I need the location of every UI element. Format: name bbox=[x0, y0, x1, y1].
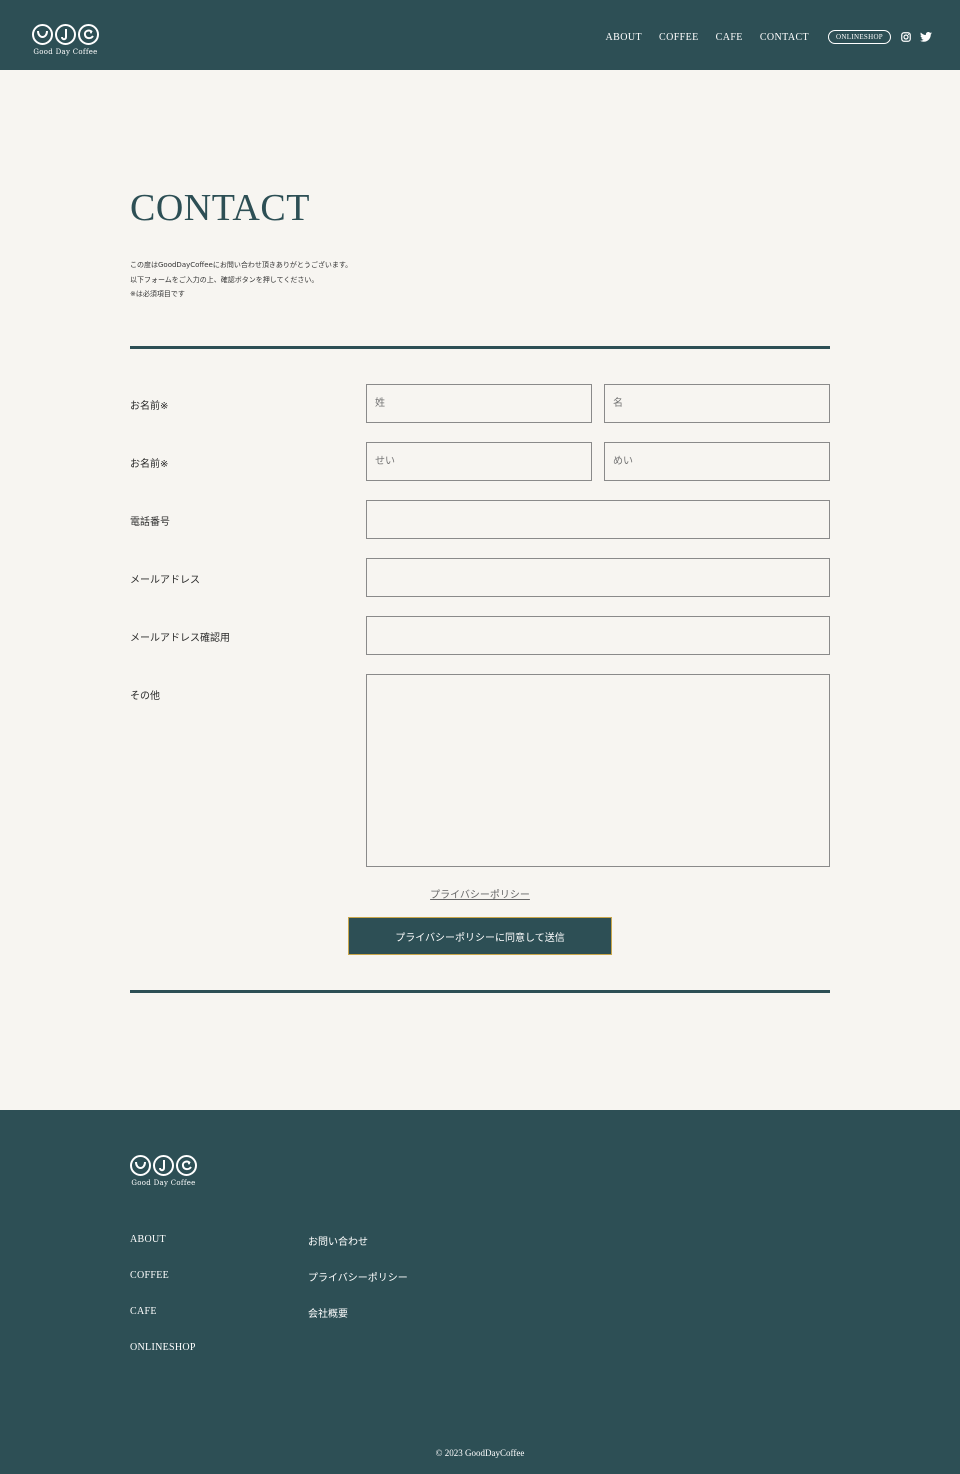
email-label: メールアドレス bbox=[130, 575, 200, 586]
form-bottom-divider bbox=[130, 990, 830, 993]
footer-link-about[interactable]: ABOUT bbox=[130, 1234, 166, 1245]
last-kana-input[interactable] bbox=[366, 442, 592, 481]
footer-link-privacy[interactable]: プライバシーポリシー bbox=[308, 1269, 408, 1284]
phone-label: 電話番号 bbox=[130, 517, 170, 528]
twitter-icon[interactable] bbox=[920, 32, 932, 42]
footer-link-inquiry[interactable]: お問い合わせ bbox=[308, 1233, 368, 1248]
brand-name: Good Day Coffee bbox=[33, 48, 98, 56]
copyright: © 2023 GoodDayCoffee bbox=[435, 1448, 525, 1458]
phone-input[interactable] bbox=[366, 500, 830, 539]
form-top-divider bbox=[130, 346, 830, 349]
site-header: Good Day Coffee ABOUT COFFEE CAFE CONTAC… bbox=[0, 0, 960, 70]
last-name-input[interactable] bbox=[366, 384, 592, 423]
page-title: CONTACT bbox=[130, 187, 310, 229]
nav-about[interactable]: ABOUT bbox=[606, 32, 642, 43]
other-textarea[interactable] bbox=[366, 674, 830, 867]
footer-link-company[interactable]: 会社概要 bbox=[308, 1305, 348, 1320]
instagram-icon[interactable] bbox=[901, 32, 911, 42]
nav-coffee[interactable]: COFFEE bbox=[659, 32, 699, 43]
logo-mark-d-icon bbox=[153, 1155, 174, 1176]
logo-mark-c-icon bbox=[78, 24, 99, 45]
footer-link-onlineshop[interactable]: ONLINESHOP bbox=[130, 1342, 196, 1353]
email-confirm-label: メールアドレス確認用 bbox=[130, 633, 230, 644]
intro-line: 以下フォームをご入力の上、確認ボタンを押してください。 bbox=[130, 275, 319, 284]
logo-mark-g-icon bbox=[32, 24, 53, 45]
footer-logo[interactable]: Good Day Coffee bbox=[130, 1155, 197, 1187]
kana-label: お名前※ bbox=[130, 459, 169, 470]
email-confirm-input[interactable] bbox=[366, 616, 830, 655]
footer-brand-name: Good Day Coffee bbox=[131, 1179, 196, 1187]
logo-mark-c-icon bbox=[176, 1155, 197, 1176]
logo-mark-d-icon bbox=[55, 24, 76, 45]
footer-link-coffee[interactable]: COFFEE bbox=[130, 1270, 169, 1281]
sns-links bbox=[901, 32, 932, 42]
privacy-policy-link[interactable]: プライバシーポリシー bbox=[0, 886, 960, 901]
brand-logo[interactable]: Good Day Coffee bbox=[32, 24, 99, 56]
other-label: その他 bbox=[130, 691, 160, 702]
main-nav: ABOUT COFFEE CAFE CONTACT ONLINESHOP bbox=[589, 30, 932, 44]
name-label: お名前※ bbox=[130, 401, 169, 412]
intro-line: この度はGoodDayCoffeeにお問い合わせ頂きありがとうございます。 bbox=[130, 261, 353, 269]
email-input[interactable] bbox=[366, 558, 830, 597]
logo-mark-g-icon bbox=[130, 1155, 151, 1176]
first-kana-input[interactable] bbox=[604, 442, 830, 481]
intro-line: ※は必須項目です bbox=[130, 290, 185, 298]
first-name-input[interactable] bbox=[604, 384, 830, 423]
intro-text: この度はGoodDayCoffeeにお問い合わせ頂きありがとうございます。 以下… bbox=[130, 258, 352, 302]
nav-cafe[interactable]: CAFE bbox=[716, 32, 743, 43]
onlineshop-button[interactable]: ONLINESHOP bbox=[828, 30, 891, 44]
footer-link-cafe[interactable]: CAFE bbox=[130, 1306, 157, 1317]
submit-button[interactable]: プライバシーポリシーに同意して送信 bbox=[348, 917, 612, 955]
nav-contact[interactable]: CONTACT bbox=[760, 32, 809, 43]
